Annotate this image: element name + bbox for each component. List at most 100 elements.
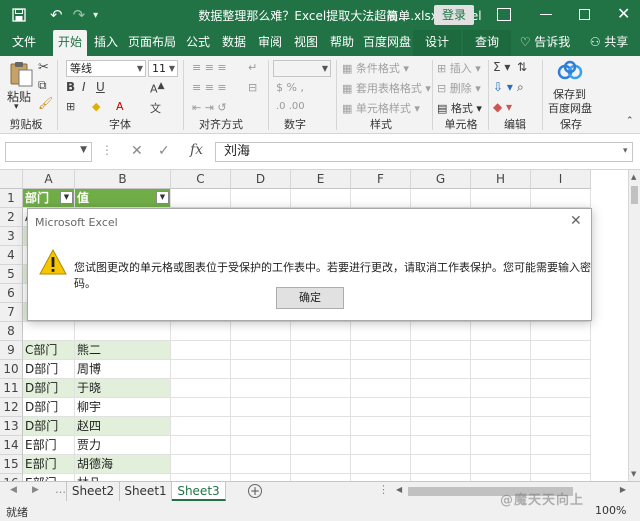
- row-header[interactable]: 5: [0, 265, 23, 284]
- underline-icon[interactable]: U: [96, 80, 105, 94]
- merge-center-icon[interactable]: ⊟: [248, 81, 257, 94]
- close-icon[interactable]: ✕: [570, 213, 582, 229]
- grid-cell[interactable]: [231, 189, 291, 208]
- table-cell[interactable]: D部门: [23, 417, 75, 436]
- scroll-thumb[interactable]: [631, 186, 638, 204]
- minimize-icon[interactable]: [540, 14, 552, 15]
- grid-cell[interactable]: [171, 474, 231, 481]
- grid-cell[interactable]: [231, 360, 291, 379]
- cancel-icon[interactable]: ✕: [131, 143, 143, 159]
- paste-label[interactable]: 粘贴: [7, 88, 31, 105]
- filter-dropdown-icon[interactable]: ▼: [60, 191, 73, 204]
- grid-cell[interactable]: [351, 189, 411, 208]
- row-header[interactable]: 16: [0, 474, 23, 481]
- column-header[interactable]: F: [351, 170, 411, 189]
- grid-cell[interactable]: [171, 322, 231, 341]
- table-cell[interactable]: E部门: [23, 436, 75, 455]
- delete-cells-button[interactable]: ⊟ 删除 ▾: [437, 80, 481, 96]
- redo-icon[interactable]: ↷: [73, 6, 86, 24]
- close-icon[interactable]: ✕: [617, 4, 630, 23]
- grid-cell[interactable]: [231, 379, 291, 398]
- grid-cell[interactable]: [351, 379, 411, 398]
- grid-cell[interactable]: [351, 322, 411, 341]
- prev-sheet-icon[interactable]: ◀: [10, 485, 17, 495]
- sort-filter-icon[interactable]: ⇅: [517, 60, 527, 74]
- tab-design[interactable]: 设计: [413, 30, 461, 56]
- formula-bar-drag-handle[interactable]: ⋮: [101, 143, 113, 157]
- table-cell[interactable]: E部门: [23, 455, 75, 474]
- grid-cell[interactable]: [351, 360, 411, 379]
- add-sheet-icon[interactable]: +: [248, 484, 262, 498]
- paste-icon[interactable]: [8, 60, 34, 88]
- table-cell[interactable]: 熊二: [75, 341, 171, 360]
- row-header[interactable]: 4: [0, 246, 23, 265]
- fill-color-icon[interactable]: ◆: [92, 100, 100, 113]
- expand-formula-bar-icon[interactable]: ▾: [623, 146, 628, 156]
- row-header[interactable]: 6: [0, 284, 23, 303]
- grid-cell[interactable]: [231, 455, 291, 474]
- conditional-format-button[interactable]: ▦ 条件格式 ▾: [342, 60, 409, 76]
- tab-baidu-netdisk[interactable]: 百度网盘: [362, 30, 412, 56]
- tab-insert[interactable]: 插入: [90, 30, 122, 56]
- sheet-tab-active[interactable]: Sheet3: [172, 482, 226, 501]
- table-header-cell[interactable]: 部门 ▼: [23, 189, 75, 208]
- grid-cell[interactable]: [351, 455, 411, 474]
- clear-icon[interactable]: ◆ ▾: [493, 100, 512, 114]
- tab-split-handle[interactable]: ⋮: [378, 483, 389, 496]
- grid-cell[interactable]: [171, 455, 231, 474]
- collapse-ribbon-icon[interactable]: ⌃: [626, 116, 634, 126]
- borders-icon[interactable]: ⊞: [66, 100, 75, 113]
- grid-cell[interactable]: [291, 455, 351, 474]
- grid-cell[interactable]: [291, 379, 351, 398]
- insert-function-icon[interactable]: fx: [190, 142, 203, 158]
- grid-cell[interactable]: [531, 360, 591, 379]
- grid-cell[interactable]: [471, 417, 531, 436]
- grid-cell[interactable]: [351, 417, 411, 436]
- grid-cell[interactable]: [171, 417, 231, 436]
- grid-cell[interactable]: [471, 189, 531, 208]
- scroll-left-icon[interactable]: ◀: [396, 485, 402, 494]
- undo-icon[interactable]: ↶: [50, 6, 63, 24]
- grid-cell[interactable]: [531, 341, 591, 360]
- tab-file[interactable]: 文件: [6, 30, 42, 56]
- vertical-scrollbar[interactable]: ▲ ▼: [628, 170, 640, 481]
- italic-icon[interactable]: I: [82, 80, 86, 94]
- table-cell[interactable]: E部门: [23, 474, 75, 481]
- grid-cell[interactable]: [291, 398, 351, 417]
- ribbon-display-icon[interactable]: [497, 8, 511, 21]
- grid-cell[interactable]: [411, 360, 471, 379]
- column-header[interactable]: D: [231, 170, 291, 189]
- grid-cell[interactable]: [171, 436, 231, 455]
- enter-icon[interactable]: ✓: [158, 143, 170, 159]
- insert-cells-button[interactable]: ⊞ 插入 ▾: [437, 60, 481, 76]
- find-select-icon[interactable]: ⌕: [517, 80, 524, 95]
- table-cell[interactable]: C部门: [23, 341, 75, 360]
- cell-style-button[interactable]: ▦ 单元格样式 ▾: [342, 100, 420, 116]
- grid-cell[interactable]: [471, 379, 531, 398]
- column-header[interactable]: C: [171, 170, 231, 189]
- row-header[interactable]: 1: [0, 189, 23, 208]
- grid-cell[interactable]: [351, 398, 411, 417]
- baidu-netdisk-icon[interactable]: [557, 60, 583, 82]
- grid-cell[interactable]: [291, 436, 351, 455]
- grid-cell[interactable]: [411, 417, 471, 436]
- tab-view[interactable]: 视图: [290, 30, 322, 56]
- tab-review[interactable]: 审阅: [254, 30, 286, 56]
- cut-icon[interactable]: ✂: [38, 60, 49, 75]
- grid-cell[interactable]: [231, 436, 291, 455]
- grid-cell[interactable]: [411, 398, 471, 417]
- column-header[interactable]: A: [23, 170, 75, 189]
- grid-cell[interactable]: [171, 379, 231, 398]
- grid-cell[interactable]: [471, 360, 531, 379]
- grid-cell[interactable]: [411, 189, 471, 208]
- column-header[interactable]: G: [411, 170, 471, 189]
- align-left-icon[interactable]: ≡ ≡ ≡: [192, 81, 227, 94]
- column-header[interactable]: E: [291, 170, 351, 189]
- column-header[interactable]: B: [75, 170, 171, 189]
- fill-icon[interactable]: ⇩ ▾: [493, 80, 513, 94]
- grid-cell[interactable]: [171, 189, 231, 208]
- grid-cell[interactable]: [411, 322, 471, 341]
- scroll-down-icon[interactable]: ▼: [631, 470, 636, 478]
- maximize-icon[interactable]: [579, 9, 590, 20]
- table-cell[interactable]: 柳宇: [75, 398, 171, 417]
